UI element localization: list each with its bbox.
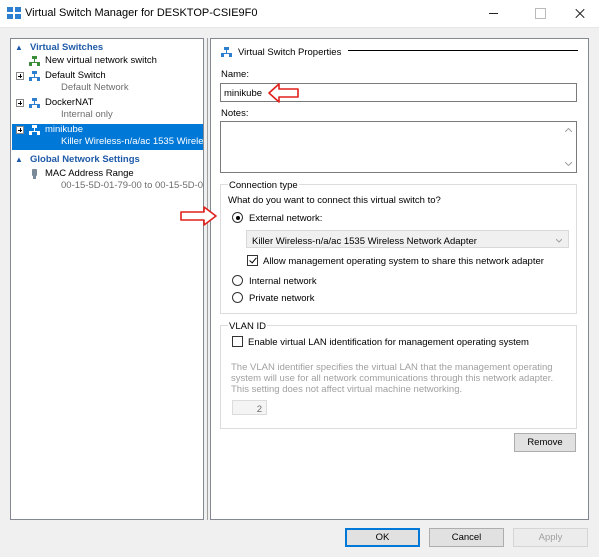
switch-tree: ▲ Virtual Switches New virtual network s… [10,38,204,520]
switch-detail: Internal only [61,109,113,120]
close-button[interactable] [560,0,599,28]
maximize-button[interactable] [517,0,562,28]
scroll-down-icon[interactable] [565,162,572,166]
private-network-radio[interactable] [232,292,243,303]
notes-textarea[interactable] [220,121,577,173]
allow-mgmt-label[interactable]: Allow management operating system to sha… [263,256,544,267]
window-title: Virtual Switch Manager for DESKTOP-CSIE9… [25,7,258,19]
vlan-id-label: VLAN ID [228,321,267,332]
mac-detail: 00-15-5D-01-79-00 to 00-15-5D-0... [61,180,204,191]
allow-mgmt-checkbox[interactable] [247,255,258,266]
vlan-description: The VLAN identifier specifies the virtua… [231,362,554,395]
cancel-button[interactable]: Cancel [429,528,504,547]
network-switch-icon [29,71,40,81]
expand-icon[interactable] [16,126,24,134]
minimize-button[interactable] [471,0,516,28]
virtual-switches-header[interactable]: ▲ Virtual Switches [12,41,203,54]
switch-name: DockerNAT [45,97,94,108]
external-network-label[interactable]: External network: [249,213,322,224]
vlan-enable-label[interactable]: Enable virtual LAN identification for ma… [248,337,529,348]
switch-name: minikube [45,124,84,135]
network-switch-icon [29,125,40,135]
title-bar: Virtual Switch Manager for DESKTOP-CSIE9… [0,0,599,28]
new-switch-icon [29,56,40,66]
apply-button[interactable]: Apply [513,528,588,547]
internal-network-radio[interactable] [232,275,243,286]
connection-question: What do you want to connect this virtual… [228,195,441,206]
switch-item-default[interactable]: Default Switch Default Network [12,70,203,95]
virtual-switch-manager-icon [7,7,21,19]
chevron-down-icon [556,239,562,243]
expand-icon[interactable] [16,99,24,107]
external-network-radio[interactable] [232,212,243,223]
remove-button[interactable]: Remove [514,433,576,452]
switch-detail: Killer Wireless-n/a/ac 1535 Wireles... [61,136,204,147]
global-network-settings-header[interactable]: ▲ Global Network Settings [12,153,203,166]
switch-detail: Default Network [61,82,129,93]
pane-splitter[interactable] [207,38,208,520]
vlan-id-input: 2 [232,400,267,415]
mac-label: MAC Address Range [45,168,134,179]
new-switch-label: New virtual network switch [45,55,157,66]
vlan-enable-checkbox[interactable] [232,336,243,347]
annotation-arrow-icon [268,83,299,103]
adapter-select[interactable]: Killer Wireless-n/a/ac 1535 Wireless Net… [246,230,569,248]
mac-address-icon [32,169,37,179]
notes-label: Notes: [221,108,249,119]
private-network-label[interactable]: Private network [249,293,314,304]
scroll-up-icon[interactable] [565,128,572,132]
network-switch-icon [221,47,232,57]
collapse-chevron-icon: ▲ [15,155,23,164]
switch-item-minikube[interactable]: minikube Killer Wireless-n/a/ac 1535 Wir… [12,124,203,150]
switch-name: Default Switch [45,70,106,81]
new-virtual-switch-item[interactable]: New virtual network switch [12,55,203,68]
section-divider [348,50,578,51]
ok-button[interactable]: OK [345,528,420,547]
network-switch-icon [29,98,40,108]
switch-item-dockernat[interactable]: DockerNAT Internal only [12,97,203,122]
collapse-chevron-icon: ▲ [15,43,23,52]
properties-pane: Virtual Switch Properties Name: minikube… [210,38,589,520]
mac-address-range-item[interactable]: MAC Address Range 00-15-5D-01-79-00 to 0… [12,168,203,193]
name-label: Name: [221,69,249,80]
expand-icon[interactable] [16,72,24,80]
annotation-arrow-icon [180,206,217,226]
internal-network-label[interactable]: Internal network [249,276,317,287]
connection-type-label: Connection type [228,180,299,191]
